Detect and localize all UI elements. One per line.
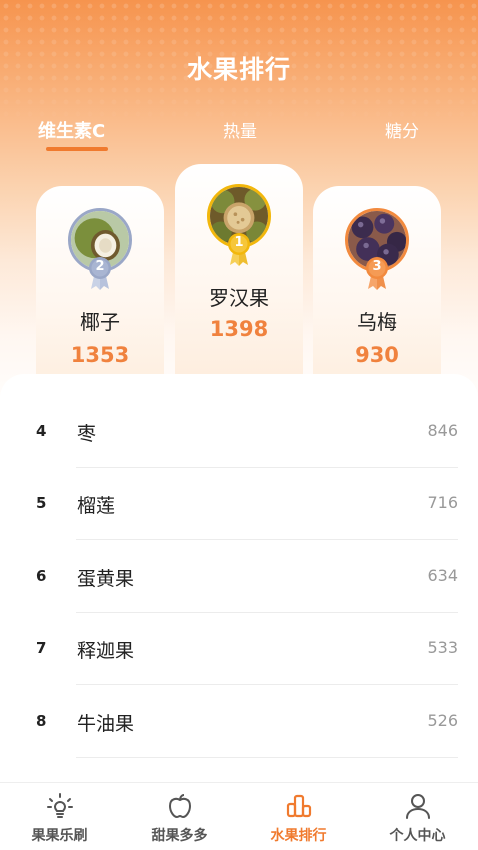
tabbar-item-tianguo-duoduo[interactable]: 甜果多多 <box>120 783 239 850</box>
medal-rank: 3 <box>372 259 382 274</box>
list-value: 634 <box>427 566 458 585</box>
tabbar-label: 果果乐刷 <box>31 828 88 844</box>
person-icon <box>404 792 432 820</box>
tabbar-label: 个人中心 <box>389 828 446 844</box>
lightbulb-icon <box>46 792 74 820</box>
fruit-value: 1353 <box>70 343 130 367</box>
list-item[interactable]: 8 牛油果 526 <box>0 686 478 758</box>
bar-chart-icon <box>285 792 313 820</box>
tabbar-item-profile[interactable]: 个人中心 <box>358 783 477 850</box>
divider <box>76 684 458 685</box>
list-value: 716 <box>427 493 458 512</box>
bottom-tab-bar: 果果乐刷 甜果多多 水果排行 个人中心 <box>0 782 478 850</box>
list-fruit-name: 释迦果 <box>77 640 135 662</box>
list-rank: 5 <box>36 494 47 512</box>
tab-sugar[interactable]: 糖分 <box>372 117 432 142</box>
list-item[interactable]: 5 榴莲 716 <box>0 468 478 540</box>
list-value: 846 <box>427 421 458 440</box>
page-title: 水果排行 <box>186 55 291 84</box>
list-value: 526 <box>427 711 458 730</box>
podium-card-rank-1[interactable]: 1 罗汉果 1398 <box>175 164 303 404</box>
fruit-value: 1398 <box>209 317 269 341</box>
silver-medal-icon: 2 <box>87 256 113 290</box>
fruit-name: 椰子 <box>80 310 120 334</box>
list-rank: 8 <box>36 712 47 730</box>
list-rank: 4 <box>36 422 47 440</box>
fruit-name: 乌梅 <box>357 310 397 334</box>
tabbar-label: 甜果多多 <box>151 828 208 844</box>
fruit-value: 930 <box>355 343 399 367</box>
list-fruit-name: 牛油果 <box>77 713 135 735</box>
list-item[interactable]: 4 枣 846 <box>0 396 478 468</box>
list-rank: 6 <box>36 567 47 585</box>
apple-icon <box>166 792 194 820</box>
list-fruit-name: 蛋黄果 <box>77 568 135 590</box>
divider <box>76 539 458 540</box>
active-tab-indicator <box>46 147 108 151</box>
tabbar-label: 水果排行 <box>270 828 327 844</box>
list-value: 533 <box>427 638 458 657</box>
list-fruit-name: 榴莲 <box>77 495 116 517</box>
ranking-list: 4 枣 846 5 榴莲 716 6 蛋黄果 634 7 释迦果 533 8 牛… <box>0 374 478 784</box>
tabbar-item-fruit-ranking[interactable]: 水果排行 <box>239 783 358 850</box>
bronze-medal-icon: 3 <box>364 256 390 290</box>
medal-rank: 2 <box>95 259 105 274</box>
list-item[interactable]: 6 蛋黄果 634 <box>0 541 478 613</box>
fruit-name: 罗汉果 <box>209 286 269 310</box>
tabbar-item-guoguo-shua[interactable]: 果果乐刷 <box>0 783 119 850</box>
tab-calories[interactable]: 热量 <box>210 117 270 142</box>
divider <box>76 757 458 758</box>
list-rank: 7 <box>36 639 47 657</box>
list-fruit-name: 枣 <box>77 423 97 445</box>
gold-medal-icon: 1 <box>226 232 252 266</box>
list-item[interactable]: 7 释迦果 533 <box>0 613 478 685</box>
medal-rank: 1 <box>234 235 244 250</box>
tab-vitamin-c[interactable]: 维生素C <box>38 117 118 143</box>
